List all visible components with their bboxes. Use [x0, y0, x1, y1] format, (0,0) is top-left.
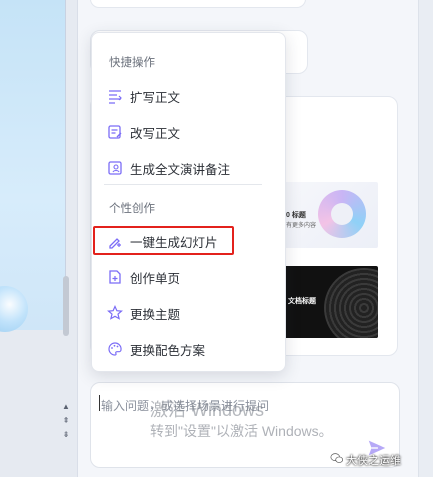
scroll-up-icon[interactable]: ▲: [61, 402, 71, 412]
vertical-scrollbar-thumb[interactable]: [63, 276, 69, 336]
template-preview-1[interactable]: 0 标题 有更多内容: [284, 182, 378, 248]
menu-divider: [104, 184, 262, 185]
menu-item-label: 更换主题: [130, 307, 181, 322]
spiral-graphic: [324, 268, 378, 338]
menu-item-expand-text[interactable]: 扩写正文: [100, 81, 278, 111]
menu-item-label: 扩写正文: [130, 90, 181, 105]
menu-section-creative: 个性创作: [109, 203, 155, 215]
menu-item-change-theme[interactable]: 更换主题: [100, 298, 278, 328]
brand-watermark: 大侠之运维: [346, 455, 401, 467]
menu-item-change-palette[interactable]: 更换配色方案: [100, 334, 278, 364]
theme-star-icon: [107, 305, 123, 320]
ring-graphic: [318, 190, 366, 238]
template-preview-title: 文档标题: [288, 298, 316, 305]
scroll-prev-page-icon[interactable]: ⇞: [61, 416, 71, 426]
speaker-notes-icon: [108, 161, 122, 175]
palette-icon: [108, 342, 122, 356]
panel-edge: [418, 0, 433, 477]
slide-pane: ▲ ⇞ ⇟: [0, 0, 78, 477]
annotation-highlight-box: [93, 226, 234, 255]
menu-item-rewrite-text[interactable]: 改写正文: [100, 117, 278, 147]
scroll-next-page-icon[interactable]: ⇟: [61, 430, 71, 440]
menu-item-speaker-notes[interactable]: 生成全文演讲备注: [100, 153, 278, 183]
menu-item-create-page[interactable]: 创作单页: [100, 262, 278, 292]
menu-item-label: 更换配色方案: [130, 343, 206, 358]
template-preview-2[interactable]: 文档标题: [284, 266, 378, 338]
activation-watermark-subtitle: 转到"设置"以激活 Windows。: [150, 423, 333, 439]
activation-watermark-title: 激活 Windows: [150, 400, 265, 420]
slide-thumbnail[interactable]: [0, 0, 66, 332]
rewrite-text-icon: [108, 125, 122, 139]
menu-section-quick: 快捷操作: [109, 57, 155, 69]
template-preview-title: 0 标题: [286, 212, 306, 219]
slide-decoration-bubble: [0, 286, 28, 332]
menu-item-label: 生成全文演讲备注: [130, 162, 231, 177]
wechat-icon: [330, 453, 344, 463]
expand-text-icon: [109, 90, 122, 104]
template-preview-subtitle: 有更多内容: [286, 223, 317, 229]
menu-item-label: 改写正文: [130, 126, 181, 141]
text-caret: [99, 395, 100, 411]
add-page-icon: [109, 270, 121, 284]
chat-message-card: [90, 0, 306, 8]
menu-item-label: 创作单页: [130, 271, 181, 286]
